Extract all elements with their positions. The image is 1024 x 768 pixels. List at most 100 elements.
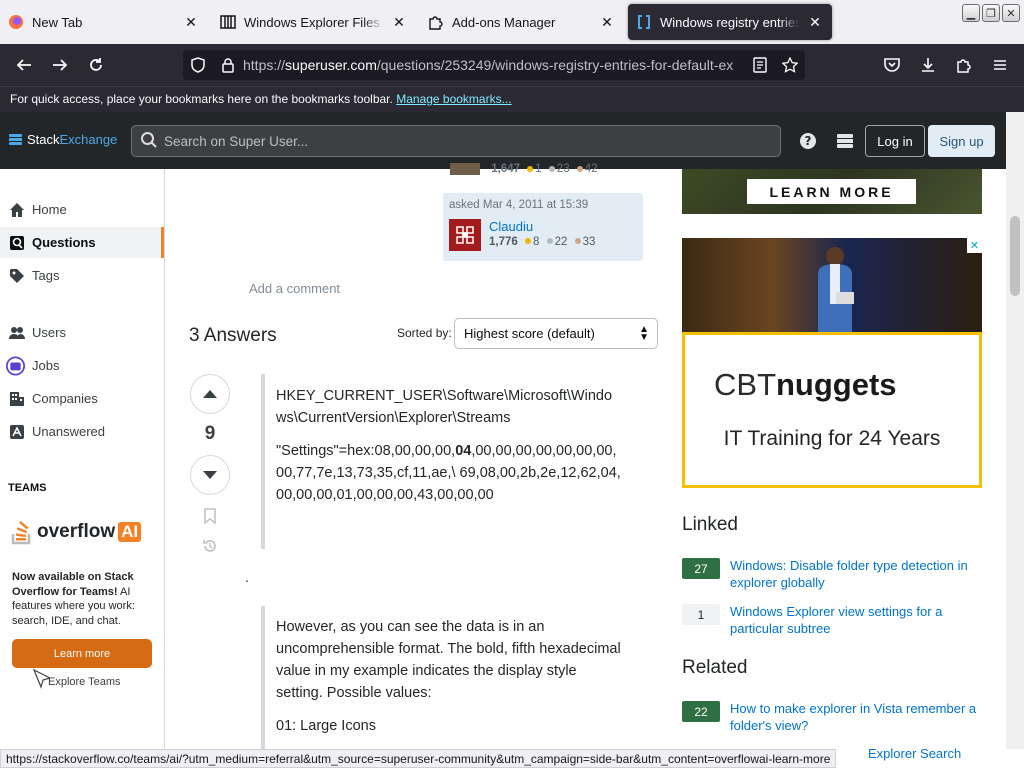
manage-bookmarks-link[interactable]: Manage bookmarks... [396, 92, 511, 106]
sidebar-item-label: Home [32, 202, 67, 217]
site-search-input[interactable]: Search on Super User... [131, 125, 781, 157]
quote-bar [261, 606, 265, 756]
questions-icon [9, 235, 25, 251]
asker-card: asked Mar 4, 2011 at 15:39 Claudiu 1,776… [443, 193, 643, 261]
sidebar-item-companies[interactable]: Companies [0, 383, 164, 414]
page-scrollbar[interactable] [1006, 169, 1024, 749]
sidebar-item-users[interactable]: Users [0, 317, 164, 348]
scrollbar-track[interactable] [1006, 112, 1024, 169]
close-icon[interactable]: ✕ [806, 14, 824, 31]
sidebar-item-unanswered[interactable]: Unanswered [0, 416, 164, 447]
sidebar-item-home[interactable]: Home [0, 194, 164, 225]
close-icon[interactable]: ✕ [390, 14, 408, 31]
registry-value: "Settings"=hex:08,00,00,00,04,00,00,00,0… [276, 440, 621, 506]
scrollbar-thumb[interactable] [1010, 216, 1020, 296]
related-item: 22 How to make explorer in Vista remembe… [682, 700, 982, 734]
hamburger-menu-icon[interactable] [988, 53, 1012, 77]
sidebar-item-label: Unanswered [32, 424, 105, 439]
related-question-link[interactable]: How to make explorer in Vista remember a… [730, 700, 982, 734]
sidebar-item-questions[interactable]: Questions [0, 227, 164, 258]
learn-more-button[interactable]: Learn more [12, 639, 152, 668]
ad-person-image [818, 247, 854, 332]
mouse-cursor-icon [33, 669, 52, 689]
extensions-icon[interactable] [952, 53, 976, 77]
puzzle-icon [428, 14, 444, 30]
linked-question-link[interactable]: Windows: Disable folder type detection i… [730, 557, 982, 591]
building-icon [9, 391, 25, 407]
ad-learn-more-button[interactable]: LEARN MORE [747, 179, 916, 204]
reload-icon[interactable] [84, 53, 108, 77]
answers-heading: 3 Answers [189, 325, 277, 346]
status-bar-url: https://stackoverflow.co/teams/ai/?utm_m… [0, 749, 837, 768]
stray-period: . [245, 569, 249, 585]
login-button[interactable]: Log in [865, 125, 925, 157]
related-item: Explorer Search [868, 745, 988, 762]
avatar[interactable] [449, 219, 481, 251]
vote-count: 9 [204, 423, 216, 444]
help-icon[interactable]: ? [797, 130, 819, 152]
linked-item: 1 Windows Explorer view settings for a p… [682, 603, 982, 637]
left-sidebar: Home Questions Tags Users Jobs Companies… [0, 169, 165, 749]
overflow-ai-logo: overflow AI [11, 518, 142, 546]
close-window-icon[interactable]: ✕ [1002, 4, 1020, 22]
pocket-icon[interactable] [880, 53, 904, 77]
advertisement-cbt-nuggets[interactable]: CBTnuggets IT Training for 24 Years ✕ [682, 238, 982, 488]
sidebar-item-tags[interactable]: Tags [0, 260, 164, 291]
downloads-icon[interactable] [916, 53, 940, 77]
answer-body: HKEY_CURRENT_USER\Software\Microsoft\Win… [276, 385, 621, 517]
linked-heading: Linked [682, 514, 738, 535]
site-switcher-icon[interactable] [834, 130, 856, 152]
back-arrow-icon[interactable] [12, 53, 36, 77]
registry-value-start: "Settings"=hex:08,00,00,00, [276, 443, 456, 459]
teams-heading: TEAMS [8, 482, 47, 494]
avatar [450, 163, 480, 175]
downvote-button[interactable] [190, 455, 230, 495]
sidebar-item-label: Tags [32, 268, 60, 283]
answer-paragraph: 01: Large Icons [276, 718, 376, 734]
tab-title: Add-ons Manager [452, 14, 556, 30]
tab-windows-explorer-files[interactable]: Windows Explorer Files : Mic ✕ [212, 4, 416, 40]
close-icon[interactable]: ✕ [598, 14, 616, 31]
minimize-icon[interactable]: ▁ [962, 4, 980, 22]
archive-icon [220, 14, 236, 30]
sort-selected-value: Highest score (default) [464, 326, 595, 341]
linked-question-link[interactable]: Windows Explorer view settings for a par… [730, 603, 982, 637]
answer-count-badge: 22 [682, 701, 720, 722]
stackexchange-logo[interactable]: Stack Exchange [9, 132, 117, 147]
upvote-button[interactable] [190, 374, 230, 414]
explore-teams-link[interactable]: Explore Teams [48, 676, 121, 688]
forward-arrow-icon[interactable] [48, 53, 72, 77]
quote-bar [261, 374, 265, 549]
asker-name-link[interactable]: Claudiu [489, 219, 533, 234]
close-icon[interactable]: ✕ [182, 14, 200, 31]
related-question-link[interactable]: Explorer Search [868, 745, 961, 762]
restore-icon[interactable]: ❐ [982, 4, 1000, 22]
sort-select[interactable]: Highest score (default) ▲ ▼ [454, 318, 658, 349]
cbt-logo-cbt: CBT [714, 367, 776, 402]
url-bar[interactable]: https://superuser.com/questions/253249/w… [183, 50, 805, 80]
tab-windows-registry-entries[interactable]: Windows registry entries for ✕ [628, 4, 832, 40]
reader-view-icon[interactable] [745, 57, 775, 73]
ad-frame: CBTnuggets IT Training for 24 Years [682, 332, 982, 488]
unanswered-icon [9, 424, 25, 440]
main-content: 1,647 1 23 42 asked Mar 4, 2011 at 15:39… [165, 163, 670, 756]
sidebar-item-jobs[interactable]: Jobs [0, 350, 164, 381]
advertisement-banner[interactable]: LEARN MORE [682, 169, 982, 214]
tab-new-tab[interactable]: New Tab ✕ [0, 4, 208, 40]
lock-icon[interactable] [213, 57, 243, 73]
tab-title: Windows registry entries for [660, 14, 800, 30]
gold-badges: 8 [532, 236, 540, 248]
shield-icon[interactable] [183, 57, 213, 73]
history-icon[interactable] [200, 536, 220, 556]
select-caret-icon: ▲ ▼ [639, 324, 649, 343]
add-comment-link[interactable]: Add a comment [249, 281, 340, 296]
answer-count-badge: 27 [682, 558, 720, 579]
url-text: https://superuser.com/questions/253249/w… [243, 57, 734, 73]
ad-choices-icon[interactable]: ✕ [967, 238, 982, 253]
tab-add-ons-manager[interactable]: Add-ons Manager ✕ [420, 4, 624, 40]
answer-body-continued: However, as you can see the data is in a… [276, 616, 621, 748]
bookmark-star-icon[interactable] [775, 57, 805, 73]
svg-text:?: ? [805, 134, 812, 148]
bookmark-icon[interactable] [200, 506, 220, 526]
signup-button[interactable]: Sign up [928, 125, 995, 157]
